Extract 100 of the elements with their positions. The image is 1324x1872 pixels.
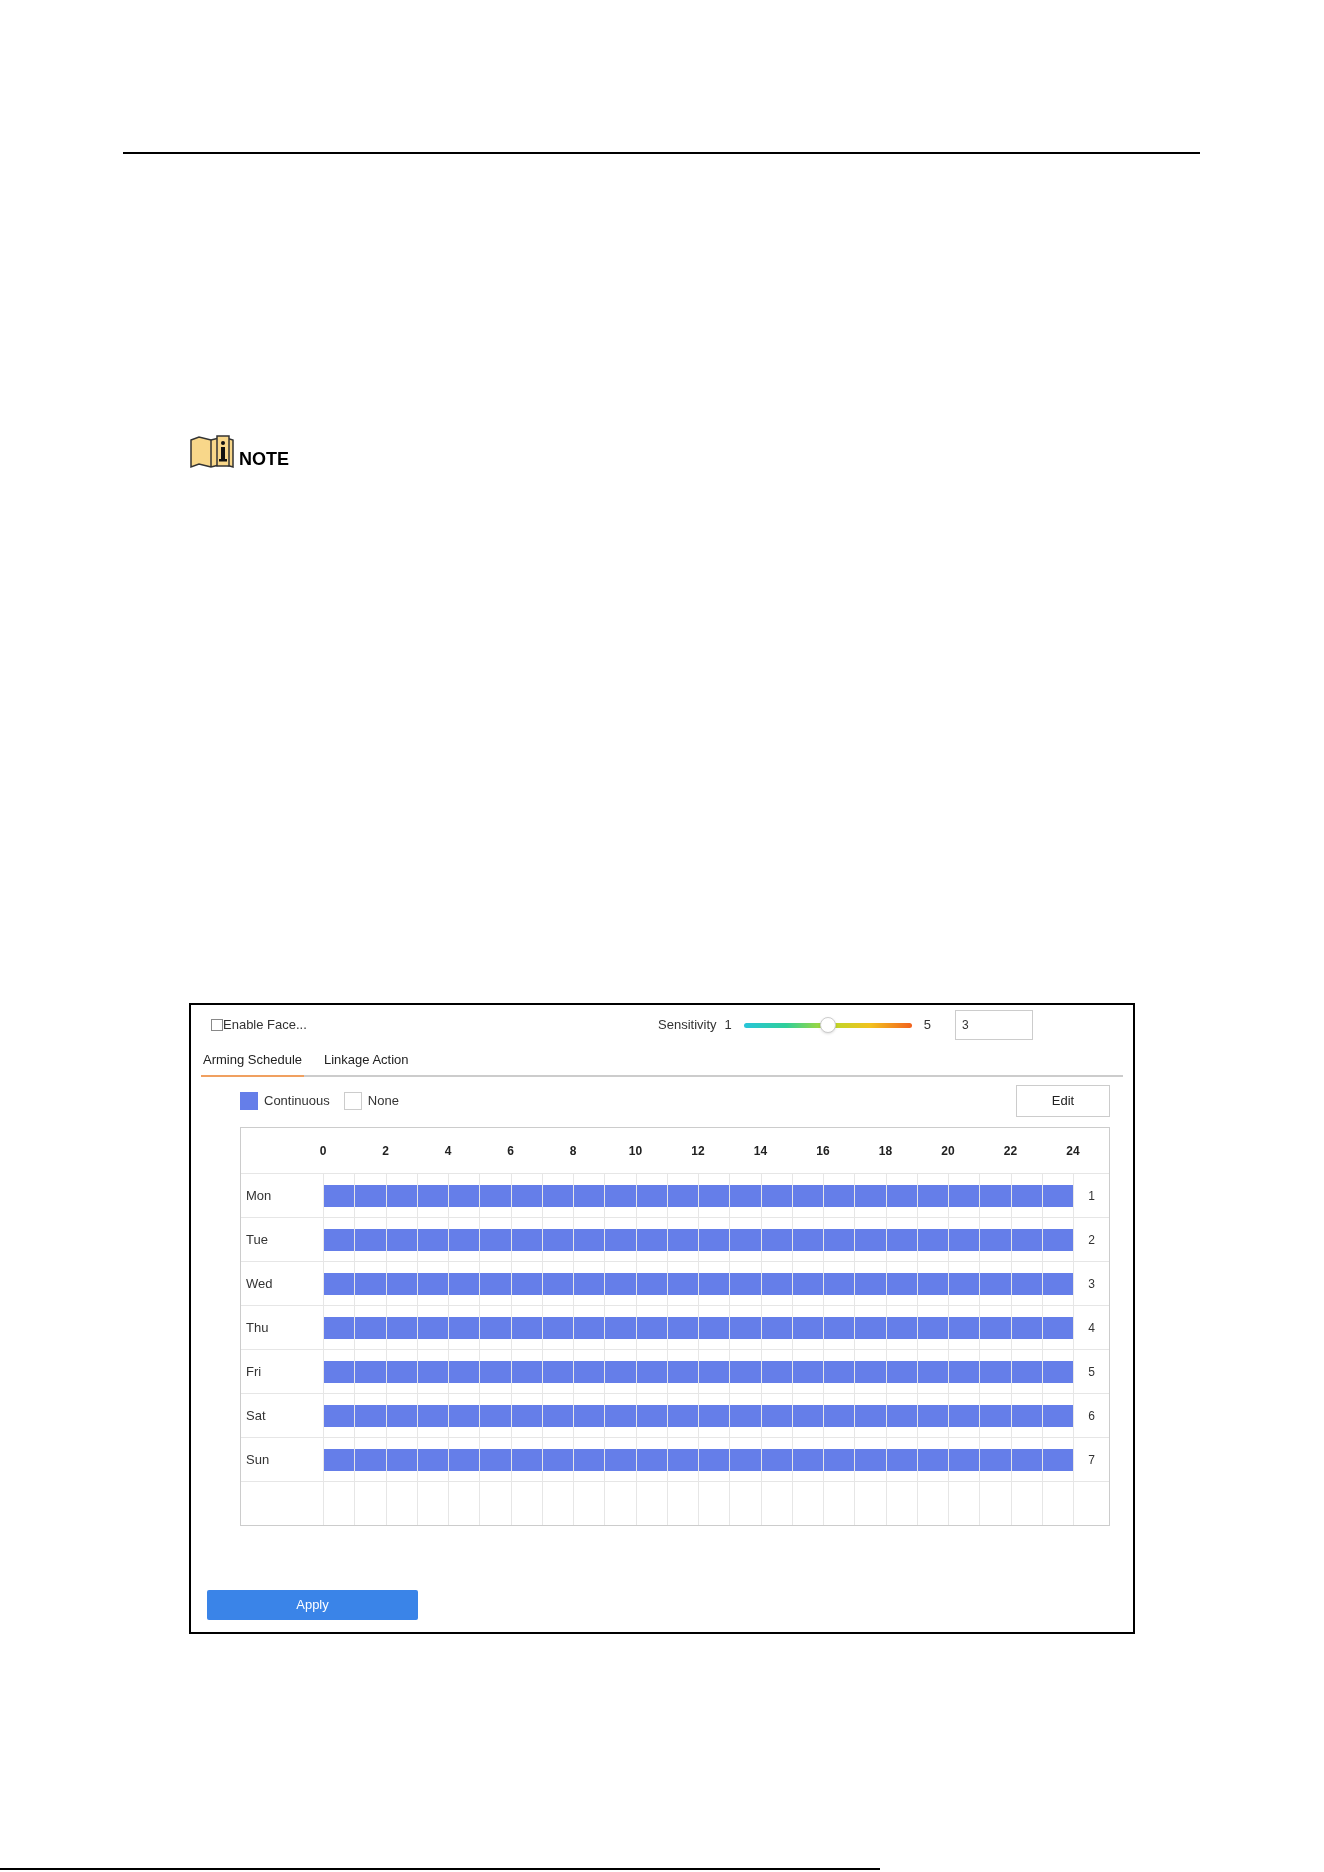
schedule-segment[interactable]	[449, 1184, 480, 1207]
schedule-segment[interactable]	[730, 1272, 761, 1295]
schedule-segment[interactable]	[636, 1316, 667, 1339]
schedule-segment[interactable]	[792, 1272, 823, 1295]
schedule-segment[interactable]	[1011, 1272, 1042, 1295]
schedule-segment[interactable]	[855, 1184, 886, 1207]
schedule-segment[interactable]	[511, 1360, 542, 1383]
schedule-segment[interactable]	[855, 1272, 886, 1295]
schedule-segment[interactable]	[917, 1404, 948, 1427]
schedule-segment[interactable]	[449, 1360, 480, 1383]
schedule-segment[interactable]	[386, 1184, 417, 1207]
schedule-segment[interactable]	[636, 1184, 667, 1207]
schedule-segment[interactable]	[1042, 1228, 1073, 1251]
schedule-segment[interactable]	[542, 1404, 573, 1427]
tab[interactable]: Arming Schedule	[201, 1049, 304, 1077]
schedule-segment[interactable]	[667, 1316, 698, 1339]
schedule-segment[interactable]	[730, 1360, 761, 1383]
schedule-segment[interactable]	[699, 1360, 730, 1383]
schedule-segment[interactable]	[1011, 1316, 1042, 1339]
schedule-segment[interactable]	[636, 1272, 667, 1295]
schedule-segment[interactable]	[667, 1360, 698, 1383]
schedule-segment[interactable]	[386, 1448, 417, 1471]
schedule-segment[interactable]	[542, 1316, 573, 1339]
schedule-segment[interactable]	[542, 1184, 573, 1207]
schedule-segment[interactable]	[355, 1272, 386, 1295]
tab[interactable]: Linkage Action	[322, 1049, 411, 1077]
schedule-segment[interactable]	[1011, 1360, 1042, 1383]
schedule-segment[interactable]	[792, 1228, 823, 1251]
schedule-segment[interactable]	[542, 1360, 573, 1383]
schedule-segment[interactable]	[417, 1448, 448, 1471]
schedule-segment[interactable]	[949, 1316, 980, 1339]
schedule-segment[interactable]	[824, 1184, 855, 1207]
schedule-segment[interactable]	[949, 1184, 980, 1207]
schedule-segment[interactable]	[355, 1448, 386, 1471]
schedule-segment[interactable]	[386, 1404, 417, 1427]
schedule-segment[interactable]	[917, 1272, 948, 1295]
schedule-segment[interactable]	[511, 1404, 542, 1427]
schedule-segment[interactable]	[386, 1272, 417, 1295]
schedule-segment[interactable]	[386, 1228, 417, 1251]
schedule-segment[interactable]	[761, 1228, 792, 1251]
schedule-segment[interactable]	[511, 1316, 542, 1339]
schedule-segment[interactable]	[761, 1448, 792, 1471]
schedule-segment[interactable]	[574, 1404, 605, 1427]
schedule-segment[interactable]	[511, 1272, 542, 1295]
schedule-segment[interactable]	[542, 1448, 573, 1471]
schedule-segment[interactable]	[761, 1404, 792, 1427]
edit-button[interactable]: Edit	[1016, 1085, 1110, 1117]
schedule-segment[interactable]	[1042, 1448, 1073, 1471]
schedule-segment[interactable]	[1011, 1404, 1042, 1427]
schedule-segment[interactable]	[699, 1272, 730, 1295]
schedule-segment[interactable]	[855, 1404, 886, 1427]
schedule-segment[interactable]	[949, 1404, 980, 1427]
schedule-segment[interactable]	[417, 1228, 448, 1251]
enable-checkbox[interactable]	[211, 1019, 223, 1031]
schedule-segment[interactable]	[355, 1404, 386, 1427]
schedule-segment[interactable]	[355, 1184, 386, 1207]
schedule-segment[interactable]	[605, 1272, 636, 1295]
schedule-segment[interactable]	[324, 1228, 355, 1251]
schedule-segment[interactable]	[917, 1228, 948, 1251]
schedule-segment[interactable]	[324, 1448, 355, 1471]
schedule-segment[interactable]	[449, 1272, 480, 1295]
schedule-segment[interactable]	[355, 1228, 386, 1251]
sensitivity-input[interactable]: 3	[955, 1010, 1033, 1040]
sensitivity-slider[interactable]	[743, 1018, 912, 1032]
schedule-segment[interactable]	[449, 1316, 480, 1339]
schedule-segment[interactable]	[949, 1228, 980, 1251]
schedule-segment[interactable]	[449, 1448, 480, 1471]
schedule-segment[interactable]	[417, 1272, 448, 1295]
schedule-segment[interactable]	[605, 1316, 636, 1339]
schedule-segment[interactable]	[542, 1272, 573, 1295]
schedule-segment[interactable]	[636, 1360, 667, 1383]
legend-swatch[interactable]	[343, 1092, 362, 1110]
schedule-segment[interactable]	[480, 1272, 511, 1295]
schedule-segment[interactable]	[917, 1448, 948, 1471]
schedule-segment[interactable]	[886, 1184, 917, 1207]
schedule-segment[interactable]	[480, 1404, 511, 1427]
schedule-segment[interactable]	[699, 1316, 730, 1339]
schedule-segment[interactable]	[699, 1448, 730, 1471]
schedule-segment[interactable]	[636, 1404, 667, 1427]
schedule-segment[interactable]	[480, 1448, 511, 1471]
schedule-segment[interactable]	[917, 1360, 948, 1383]
schedule-segment[interactable]	[761, 1272, 792, 1295]
schedule-segment[interactable]	[605, 1228, 636, 1251]
schedule-segment[interactable]	[324, 1404, 355, 1427]
schedule-segment[interactable]	[980, 1272, 1011, 1295]
schedule-segment[interactable]	[511, 1448, 542, 1471]
schedule-segment[interactable]	[480, 1228, 511, 1251]
schedule-segment[interactable]	[542, 1228, 573, 1251]
schedule-segment[interactable]	[605, 1404, 636, 1427]
schedule-segment[interactable]	[980, 1448, 1011, 1471]
schedule-segment[interactable]	[886, 1404, 917, 1427]
schedule-segment[interactable]	[792, 1184, 823, 1207]
schedule-segment[interactable]	[574, 1228, 605, 1251]
schedule-segment[interactable]	[917, 1184, 948, 1207]
schedule-segment[interactable]	[480, 1360, 511, 1383]
schedule-segment[interactable]	[730, 1448, 761, 1471]
schedule-segment[interactable]	[1011, 1448, 1042, 1471]
schedule-segment[interactable]	[324, 1360, 355, 1383]
schedule-segment[interactable]	[386, 1360, 417, 1383]
schedule-segment[interactable]	[855, 1316, 886, 1339]
